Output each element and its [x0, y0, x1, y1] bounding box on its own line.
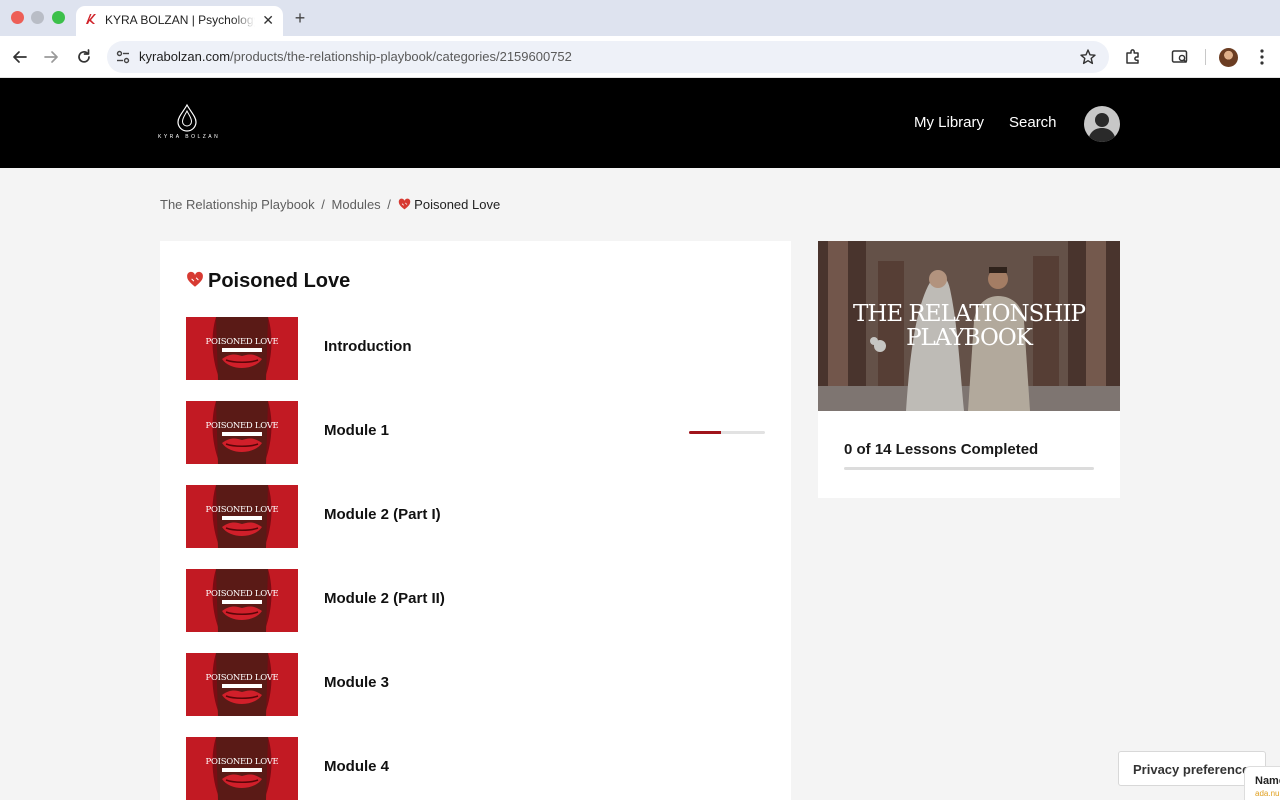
lesson-row[interactable]: POISONED LOVE Module 2 (Part II)	[186, 569, 766, 633]
url-text: kyrabolzan.com/products/the-relationship…	[139, 49, 572, 64]
thumbnail-title: POISONED LOVE	[205, 505, 279, 515]
lesson-row[interactable]: POISONED LOVE Module 4	[186, 737, 766, 800]
lesson-progress-bar	[689, 431, 765, 434]
lessons-completed-text: 0 of 14 Lessons Completed	[844, 441, 1039, 458]
address-bar[interactable]: kyrabolzan.com/products/the-relationship…	[107, 41, 1109, 73]
corner-widget-name: Name	[1255, 775, 1280, 787]
thumbnail-subtitle-bar	[222, 684, 262, 688]
course-progress-bar	[844, 467, 1094, 470]
course-cover-title: THE RELATIONSHIP PLAYBOOK	[852, 301, 1086, 351]
thumbnail-title: POISONED LOVE	[205, 673, 279, 683]
poison-heart-icon	[398, 198, 410, 210]
lesson-thumbnail[interactable]: POISONED LOVE	[186, 317, 298, 380]
user-avatar[interactable]	[1084, 106, 1120, 142]
drop-logo-icon	[177, 103, 197, 132]
reload-icon[interactable]	[74, 47, 94, 67]
browser-toolbar: kyrabolzan.com/products/the-relationship…	[0, 36, 1280, 78]
lesson-thumbnail[interactable]: POISONED LOVE	[186, 653, 298, 716]
lesson-title[interactable]: Module 2 (Part II)	[324, 590, 445, 607]
lesson-thumbnail[interactable]: POISONED LOVE	[186, 401, 298, 464]
user-silhouette-icon	[1088, 113, 1116, 142]
privacy-preferences-label: Privacy preferences	[1133, 762, 1257, 777]
tab-close-icon[interactable]: ✕	[262, 11, 274, 29]
site-logo[interactable]: KYRA BOLZAN	[158, 103, 221, 143]
breadcrumb-separator: /	[321, 197, 325, 212]
thumbnail-subtitle-bar	[222, 600, 262, 604]
thumbnail-subtitle-bar	[222, 348, 262, 352]
back-arrow-icon[interactable]	[10, 47, 30, 67]
thumbnail-subtitle-bar	[222, 432, 262, 436]
lesson-title[interactable]: Module 3	[324, 674, 389, 691]
lesson-row[interactable]: POISONED LOVE Module 2 (Part I)	[186, 485, 766, 549]
module-title: Poisoned Love	[208, 270, 351, 292]
lesson-row[interactable]: POISONED LOVE Module 3	[186, 653, 766, 717]
toolbar-divider	[1205, 49, 1206, 65]
bookmark-star-icon[interactable]	[1079, 48, 1097, 66]
thumbnail-subtitle-bar	[222, 516, 262, 520]
minimize-window-button[interactable]	[31, 11, 44, 24]
thumbnail-title: POISONED LOVE	[205, 589, 279, 599]
nav-my-library[interactable]: My Library	[914, 114, 984, 131]
lesson-progress-fill	[689, 431, 721, 434]
thumbnail-subtitle-bar	[222, 768, 262, 772]
breadcrumb-modules-link[interactable]: Modules	[332, 197, 381, 212]
breadcrumb-course-link[interactable]: The Relationship Playbook	[160, 197, 315, 212]
course-progress-card: THE RELATIONSHIP PLAYBOOK 0 of 14 Lesson…	[818, 241, 1120, 498]
corner-widget-sub: ada.nu	[1255, 789, 1280, 798]
lesson-title[interactable]: Module 4	[324, 758, 389, 775]
course-cover-image[interactable]: THE RELATIONSHIP PLAYBOOK	[818, 241, 1120, 411]
zoom-window-button[interactable]	[52, 11, 65, 24]
lesson-thumbnail[interactable]: POISONED LOVE	[186, 737, 298, 800]
lesson-row[interactable]: POISONED LOVE Module 1	[186, 401, 766, 465]
url-host: kyrabolzan.com	[139, 49, 231, 64]
site-settings-icon[interactable]	[115, 49, 131, 65]
forward-arrow-icon[interactable]	[41, 47, 61, 67]
close-window-button[interactable]	[11, 11, 24, 24]
thumbnail-title: POISONED LOVE	[205, 421, 279, 431]
breadcrumb: The Relationship Playbook / Modules / Po…	[160, 197, 500, 212]
browser-tab-strip: KYRA BOLZAN | Psychology S ✕ +	[0, 0, 1280, 36]
breadcrumb-separator: /	[387, 197, 391, 212]
lesson-title[interactable]: Module 1	[324, 422, 389, 439]
module-heading: Poisoned Love	[186, 270, 350, 293]
thumbnail-title: POISONED LOVE	[205, 337, 279, 347]
lesson-title[interactable]: Introduction	[324, 338, 411, 355]
lesson-thumbnail[interactable]: POISONED LOVE	[186, 569, 298, 632]
lesson-title[interactable]: Module 2 (Part I)	[324, 506, 441, 523]
url-path: /products/the-relationship-playbook/cate…	[230, 49, 572, 64]
poison-heart-icon	[187, 271, 203, 287]
site-favicon-icon	[86, 14, 96, 24]
tab-search-icon[interactable]	[1170, 47, 1190, 67]
corner-widget[interactable]: Name ada.nu	[1244, 766, 1280, 800]
thumbnail-title: POISONED LOVE	[205, 757, 279, 767]
new-tab-button[interactable]: +	[291, 8, 309, 28]
tab-title: KYRA BOLZAN | Psychology S	[105, 13, 255, 27]
breadcrumb-current: Poisoned Love	[414, 197, 501, 212]
nav-search[interactable]: Search	[1009, 114, 1057, 131]
lesson-row[interactable]: POISONED LOVE Introduction	[186, 317, 766, 381]
browser-tab-active[interactable]: KYRA BOLZAN | Psychology S ✕	[76, 6, 283, 36]
extensions-puzzle-icon[interactable]	[1123, 47, 1143, 67]
site-header: KYRA BOLZAN My Library Search	[0, 78, 1280, 168]
lesson-thumbnail[interactable]: POISONED LOVE	[186, 485, 298, 548]
logo-text: KYRA BOLZAN	[158, 134, 221, 140]
browser-profile-avatar[interactable]	[1219, 48, 1238, 67]
browser-menu-icon[interactable]	[1252, 47, 1272, 67]
module-card: Poisoned Love POISONED LOVE Introduction …	[160, 241, 791, 800]
